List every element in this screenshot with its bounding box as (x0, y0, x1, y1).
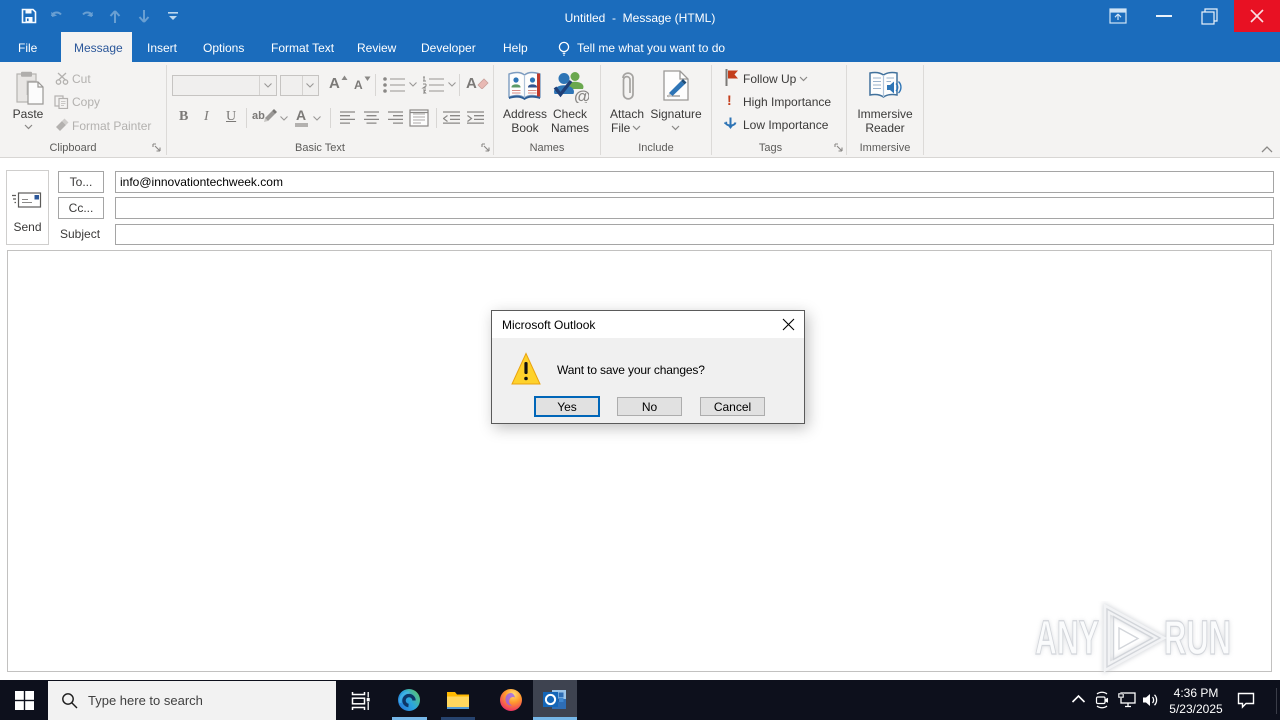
svg-text:RUN: RUN (1164, 612, 1231, 665)
svg-text:ANY: ANY (1035, 612, 1099, 665)
svg-text:@: @ (574, 87, 589, 103)
